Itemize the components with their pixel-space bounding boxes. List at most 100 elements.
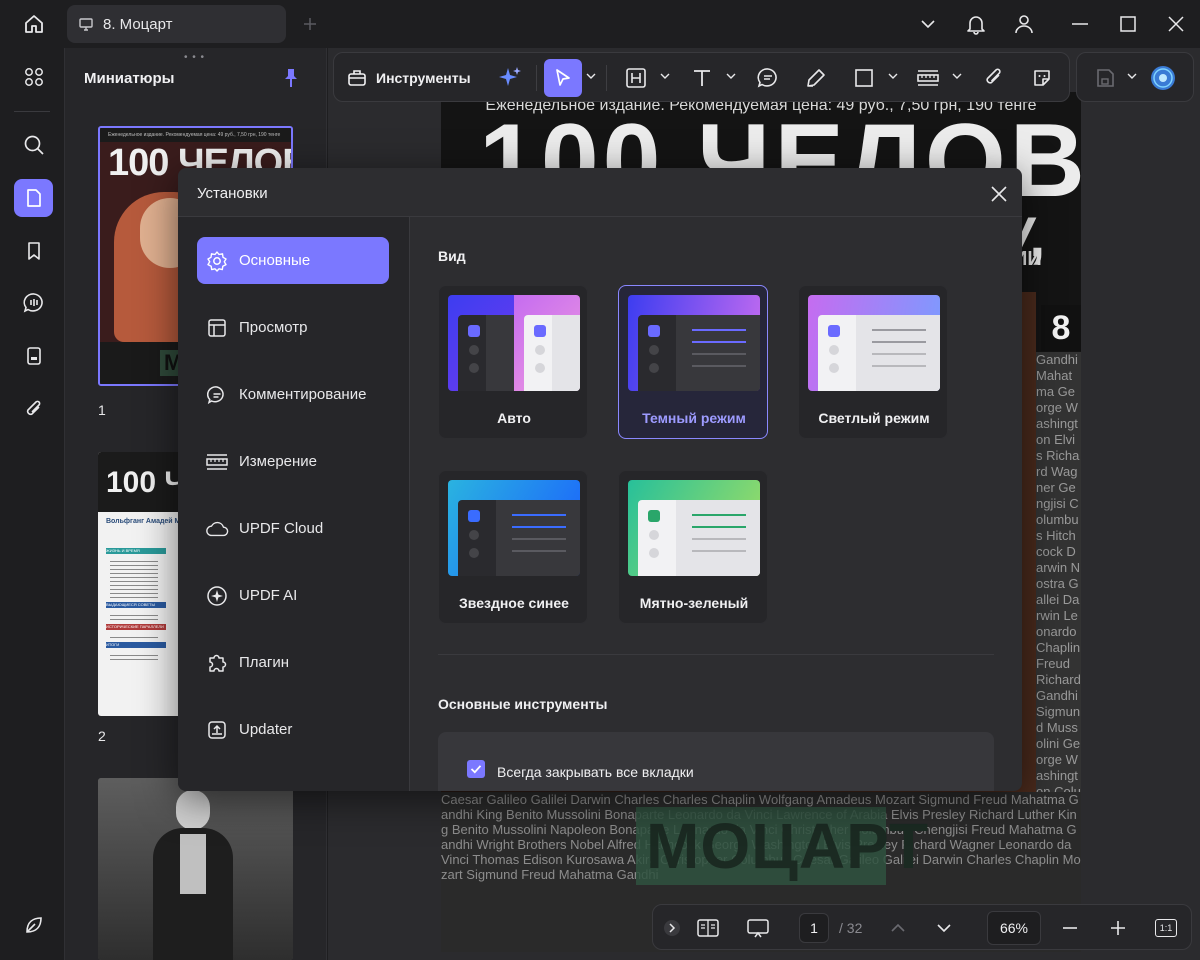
tools-label: Инструменты <box>376 70 471 86</box>
previous-page-button[interactable] <box>883 913 913 943</box>
next-page-button[interactable] <box>929 913 959 943</box>
thumbnail-2-section-2: ВЫДАЮЩИЕСЯ СОВЕТЫ <box>106 602 166 608</box>
nav-label: Основные <box>239 252 311 269</box>
notifications-button[interactable] <box>958 8 994 40</box>
thumbnail-2-section-3: ИСТОРИЧЕСКИЕ ПАРАЛЛЕЛИ <box>106 624 166 630</box>
puzzle-icon <box>205 651 229 675</box>
rail-bookmarks-button[interactable] <box>14 232 53 270</box>
theme-label-starry-blue: Звездное синее <box>459 595 569 611</box>
text-caret-icon[interactable] <box>726 71 736 81</box>
theme-card-starry-blue[interactable]: Звездное синее <box>438 470 588 624</box>
close-icon <box>1168 16 1184 32</box>
tabs-dropdown-button[interactable] <box>910 8 946 40</box>
text-t-icon <box>694 70 710 86</box>
user-icon <box>1015 15 1033 34</box>
thumbnail-page-3[interactable] <box>98 778 293 960</box>
content-divider <box>438 654 994 655</box>
maximize-button[interactable] <box>1110 8 1146 40</box>
nav-label: Updater <box>239 721 293 738</box>
document-tab[interactable]: 8. Моцарт <box>67 5 286 43</box>
theme-card-light[interactable]: Светлый режим <box>798 285 948 439</box>
close-all-tabs-checkbox[interactable] <box>467 760 485 778</box>
sticker-icon <box>1034 70 1050 86</box>
actual-size-label: 1:1 <box>1155 919 1177 937</box>
rail-comments-button[interactable] <box>14 284 53 322</box>
tools-button[interactable]: Инструменты <box>346 63 471 93</box>
chevron-right-icon <box>664 920 680 936</box>
nav-item-ai[interactable]: UPDF AI <box>197 572 389 619</box>
page-names-column: Gandhi Mahatma George Washington Elvis R… <box>1036 352 1081 802</box>
comment-tool-button[interactable] <box>752 63 784 93</box>
measure-tool-button[interactable] <box>912 63 944 93</box>
theme-preview-mint-green <box>628 480 760 576</box>
page-layout-button[interactable] <box>693 913 723 943</box>
pen-tool-button[interactable] <box>800 63 832 93</box>
expand-bar-button[interactable] <box>657 913 687 943</box>
rail-thumbnails-button[interactable] <box>14 179 53 217</box>
nav-item-view[interactable]: Просмотр <box>197 304 389 351</box>
zoom-level-input[interactable]: 66% <box>987 911 1041 945</box>
page-navigation-bar: 1 / 32 66% 1:1 <box>652 904 1192 950</box>
theme-card-mint-green[interactable]: Мятно-зеленый <box>618 470 768 624</box>
presentation-button[interactable] <box>743 913 773 943</box>
minimize-button[interactable] <box>1062 8 1098 40</box>
monitor-icon <box>79 18 93 31</box>
nav-item-cloud[interactable]: UPDF Cloud <box>197 505 389 552</box>
nav-label: Комментирование <box>239 386 367 403</box>
title-bar: 8. Моцарт <box>0 0 1200 48</box>
nav-item-plugin[interactable]: Плагин <box>197 639 389 686</box>
chevron-up-icon <box>891 923 905 932</box>
save-caret-icon[interactable] <box>1127 71 1137 81</box>
theme-preview-dark <box>628 295 760 391</box>
nav-item-measurement[interactable]: Измерение <box>197 438 389 485</box>
save-icon <box>1097 69 1114 87</box>
account-button[interactable] <box>1006 8 1042 40</box>
rail-theme-button[interactable] <box>14 906 53 944</box>
ai-sparkle-button[interactable] <box>494 63 526 93</box>
new-tab-button[interactable] <box>298 12 322 36</box>
measure-caret-icon[interactable] <box>952 71 962 81</box>
highlight-tool-button[interactable] <box>620 63 652 93</box>
basic-tools-section-title: Основные инструменты <box>438 696 608 712</box>
current-page-input[interactable]: 1 <box>799 913 829 943</box>
thumbnail-2-section-1: ЖИЗНЬ И ВРЕМЯ <box>106 548 166 554</box>
checkmark-icon <box>470 765 482 774</box>
thumbnails-title: Миниатюры <box>84 70 175 87</box>
select-tool-button[interactable] <box>544 59 582 97</box>
comment-icon <box>205 383 229 407</box>
nav-item-updater[interactable]: Updater <box>197 706 389 753</box>
bookmark-icon <box>27 242 40 260</box>
page-cover-name: МОЦАРТ <box>646 810 929 882</box>
maximize-icon <box>1120 16 1136 32</box>
ai-assistant-button[interactable] <box>1147 63 1179 93</box>
rail-attachments-button[interactable] <box>14 390 53 428</box>
rail-apps-button[interactable] <box>14 58 53 96</box>
pen-icon <box>807 69 825 87</box>
theme-card-dark[interactable]: Темный режим <box>618 285 768 439</box>
theme-card-auto[interactable]: Авто <box>438 285 588 439</box>
actual-size-button[interactable]: 1:1 <box>1151 913 1181 943</box>
rail-stamp-button[interactable] <box>14 337 53 375</box>
close-window-button[interactable] <box>1158 8 1194 40</box>
highlight-caret-icon[interactable] <box>660 71 670 81</box>
pin-panel-button[interactable] <box>279 66 303 90</box>
bell-icon <box>967 16 985 35</box>
shape-tool-button[interactable] <box>848 63 880 93</box>
nav-item-commenting[interactable]: Комментирование <box>197 371 389 418</box>
sticker-tool-button[interactable] <box>1026 63 1058 93</box>
shape-caret-icon[interactable] <box>888 71 898 81</box>
text-tool-button[interactable] <box>686 63 718 93</box>
panel-grip[interactable]: • • • <box>184 52 205 63</box>
nav-item-general[interactable]: Основные <box>197 237 389 284</box>
total-pages: / 32 <box>839 920 863 936</box>
theme-label-dark: Темный режим <box>642 410 746 426</box>
dialog-close-button[interactable] <box>986 181 1012 207</box>
home-button[interactable] <box>14 8 54 40</box>
save-button[interactable] <box>1089 63 1121 93</box>
zoom-in-button[interactable] <box>1103 913 1133 943</box>
rail-search-button[interactable] <box>14 126 53 164</box>
book-icon <box>697 919 719 937</box>
zoom-out-button[interactable] <box>1055 913 1085 943</box>
select-tool-caret-icon[interactable] <box>586 71 596 81</box>
attach-tool-button[interactable] <box>978 63 1010 93</box>
